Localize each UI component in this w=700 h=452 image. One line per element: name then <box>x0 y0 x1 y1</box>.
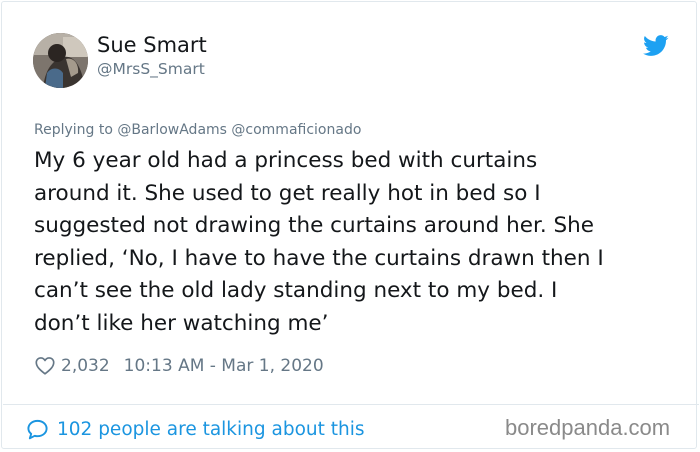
tweet-text-line: around it. She used to get really hot in… <box>34 180 541 206</box>
heart-icon[interactable] <box>34 355 56 377</box>
tweet-text-line: suggested not drawing the curtains aroun… <box>34 213 595 239</box>
tweet-text-line: My 6 year old had a princess bed with cu… <box>34 148 538 173</box>
avatar-photo <box>33 33 88 88</box>
avatar[interactable] <box>33 33 88 88</box>
replying-to[interactable]: Replying to @BarlowAdams @commaficionado <box>34 122 361 138</box>
tweet-text-line: don’t like her watching me’ <box>34 310 329 336</box>
conversation-link[interactable]: 102 people are talking about this <box>26 416 365 442</box>
twitter-bird-icon[interactable] <box>643 35 669 57</box>
conversation-label[interactable]: 102 people are talking about this <box>57 419 365 440</box>
tweet-text-line: can’t see the old lady standing next to … <box>34 278 558 304</box>
like-count[interactable]: 2,032 <box>61 356 110 376</box>
speech-bubble-icon <box>27 419 48 439</box>
display-name[interactable]: Sue Smart <box>97 33 207 57</box>
tweet-card: Sue Smart @MrsS_Smart Replying to @Barlo… <box>1 1 699 449</box>
tweet-meta: 2,032 10:13 AM - Mar 1, 2020 <box>34 354 324 378</box>
user-handle[interactable]: @MrsS_Smart <box>97 60 205 78</box>
tweet-text-line: replied, ‘No, I have to have the curtain… <box>34 245 604 271</box>
tweet-timestamp[interactable]: 10:13 AM - Mar 1, 2020 <box>124 356 324 376</box>
boredpanda-watermark: boredpanda.com <box>505 415 671 440</box>
tweet-text: My 6 year old had a princess bed with cu… <box>34 145 684 341</box>
divider <box>3 404 699 405</box>
